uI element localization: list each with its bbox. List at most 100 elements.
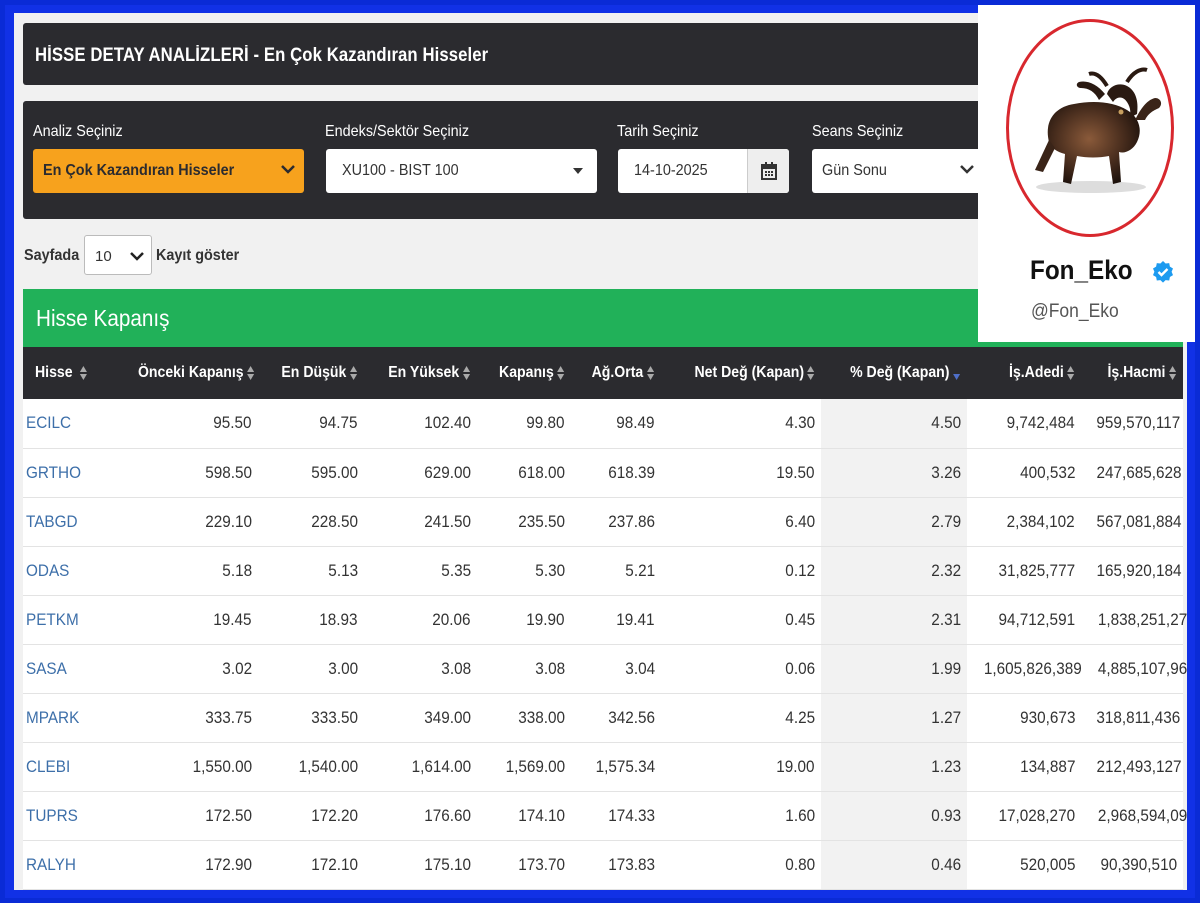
chevron-down-icon xyxy=(130,252,144,261)
table-cell: 618.00 xyxy=(477,448,571,498)
table-cell: 94,712,591 xyxy=(967,595,1081,645)
tarih-label: Tarih Seçiniz xyxy=(617,123,699,140)
table-cell: 5.13 xyxy=(258,546,364,596)
table-cell: 99.80 xyxy=(477,399,571,449)
table-row[interactable]: SASA 3.02 3.00 3.08 3.08 3.04 0.06 1.99 1,605,82… xyxy=(23,644,1187,694)
sort-icon xyxy=(806,365,815,381)
col-header-ag-orta[interactable]: Ağ.Orta xyxy=(571,347,661,399)
calendar-button[interactable] xyxy=(747,149,789,193)
stock-link[interactable]: ODAS xyxy=(23,546,116,596)
table-cell: 4.30 xyxy=(661,399,821,449)
table-cell: 19.90 xyxy=(477,595,571,645)
table-cell: 2.79 xyxy=(821,497,967,547)
table-row[interactable]: ECILC 95.50 94.75 102.40 99.80 98.49 4.30 4.50 9… xyxy=(23,399,1183,449)
table-row[interactable]: CLEBI 1,550.00 1,540.00 1,614.00 1,569.00 1,5… xyxy=(23,742,1183,792)
table-cell: 18.93 xyxy=(258,595,364,645)
table-cell: 19.41 xyxy=(571,595,661,645)
sort-icon xyxy=(1168,365,1177,381)
col-header-net-deg[interactable]: Net Değ (Kapan) xyxy=(661,347,821,399)
table-cell: 1,575.34 xyxy=(571,742,661,792)
table-cell: 1.99 xyxy=(821,644,967,694)
stock-link[interactable]: SASA xyxy=(23,644,116,694)
table-cell: 1,550.00 xyxy=(116,742,258,792)
tarih-value: 14-10-2025 xyxy=(634,162,708,179)
table-cell: 0.46 xyxy=(821,840,967,890)
endeks-select[interactable]: XU100 - BIST 100 xyxy=(326,149,597,193)
table-cell: 98.49 xyxy=(571,399,661,449)
table-cell: 1,540.00 xyxy=(258,742,364,792)
table-cell: 5.35 xyxy=(364,546,477,596)
table-body: ECILC 95.50 94.75 102.40 99.80 98.49 4.30 4.50 9… xyxy=(23,399,1187,890)
table-row[interactable]: GRTHO 598.50 595.00 629.00 618.00 618.39 19.50… xyxy=(23,448,1183,498)
stock-link[interactable]: CLEBI xyxy=(23,742,116,792)
table-row[interactable]: RALYH 172.90 172.10 175.10 173.70 173.83 0.80 0… xyxy=(23,840,1183,890)
stock-link[interactable]: RALYH xyxy=(23,840,116,890)
table-cell: 237.86 xyxy=(571,497,661,547)
chevron-down-icon xyxy=(281,165,295,174)
table-cell: 173.83 xyxy=(571,840,661,890)
col-header-yuzde-deg[interactable]: % Değ (Kapan) xyxy=(821,347,967,399)
sort-icon xyxy=(349,365,358,381)
table-cell: 598.50 xyxy=(116,448,258,498)
table-cell: 20.06 xyxy=(364,595,477,645)
table-cell: 6.40 xyxy=(661,497,821,547)
stock-link[interactable]: PETKM xyxy=(23,595,116,645)
col-header-en-dusuk[interactable]: En Düşük xyxy=(258,347,364,399)
endeks-label: Endeks/Sektör Seçiniz xyxy=(325,123,470,140)
col-header-is-hacmi[interactable]: İş.Hacmi xyxy=(1081,347,1183,399)
stock-link[interactable]: MPARK xyxy=(23,693,116,743)
stocks-table: Hisse Önceki Kapanış En Düşük En Yüksek … xyxy=(23,347,1187,890)
analiz-select[interactable]: En Çok Kazandıran Hisseler xyxy=(33,149,304,193)
table-cell: 1,569.00 xyxy=(477,742,571,792)
table-cell: 4.25 xyxy=(661,693,821,743)
table-cell: 229.10 xyxy=(116,497,258,547)
table-row[interactable]: TABGD 229.10 228.50 241.50 235.50 237.86 6.40 2… xyxy=(23,497,1183,547)
col-header-hisse[interactable]: Hisse xyxy=(23,347,116,399)
table-cell: 959,570,117 xyxy=(1081,399,1183,449)
tarih-input[interactable]: 14-10-2025 xyxy=(618,149,789,193)
table-cell: 342.56 xyxy=(571,693,661,743)
page-size-select[interactable]: 10 xyxy=(84,235,152,275)
avatar[interactable] xyxy=(1006,19,1174,237)
verified-badge-icon xyxy=(1153,261,1173,283)
table-cell: 5.21 xyxy=(571,546,661,596)
col-header-en-yuksek[interactable]: En Yüksek xyxy=(364,347,477,399)
table-cell: 174.10 xyxy=(477,791,571,841)
endeks-value: XU100 - BIST 100 xyxy=(342,162,459,179)
table-cell: 1,605,826,389 xyxy=(967,644,1082,694)
profile-handle[interactable]: @Fon_Eko xyxy=(1031,301,1119,323)
table-cell: 0.80 xyxy=(661,840,821,890)
seans-label: Seans Seçiniz xyxy=(812,123,904,140)
table-cell: 333.75 xyxy=(116,693,258,743)
table-cell: 4.50 xyxy=(821,399,967,449)
table-cell: 3.08 xyxy=(477,644,571,694)
table-cell: 228.50 xyxy=(258,497,364,547)
table-cell: 241.50 xyxy=(364,497,477,547)
page-size-prefix: Sayfada xyxy=(24,247,80,264)
sort-icon xyxy=(556,365,565,381)
profile-name[interactable]: Fon_Eko xyxy=(1030,255,1133,286)
table-cell: 2,384,102 xyxy=(967,497,1081,547)
table-cell: 175.10 xyxy=(364,840,477,890)
table-row[interactable]: ODAS 5.18 5.13 5.35 5.30 5.21 0.12 2.32 31,825,7… xyxy=(23,546,1183,596)
analiz-value: En Çok Kazandıran Hisseler xyxy=(43,162,235,179)
table-cell: 4,885,107,968 xyxy=(1081,644,1187,694)
table-cell: 172.50 xyxy=(116,791,258,841)
stock-link[interactable]: ECILC xyxy=(23,399,116,449)
col-header-onceki-kapanis[interactable]: Önceki Kapanış xyxy=(116,347,258,399)
stock-link[interactable]: GRTHO xyxy=(23,448,116,498)
stock-link[interactable]: TUPRS xyxy=(23,791,116,841)
table-cell: 95.50 xyxy=(116,399,258,449)
seans-select[interactable]: Gün Sonu xyxy=(812,149,983,193)
table-cell: 19.00 xyxy=(661,742,821,792)
table-row[interactable]: MPARK 333.75 333.50 349.00 338.00 342.56 4.25 1… xyxy=(23,693,1183,743)
col-header-is-adedi[interactable]: İş.Adedi xyxy=(967,347,1081,399)
sort-icon xyxy=(79,365,88,381)
sort-icon xyxy=(246,365,255,381)
col-header-kapanis[interactable]: Kapanış xyxy=(477,347,571,399)
table-row[interactable]: PETKM 19.45 18.93 20.06 19.90 19.41 0.45 2.31 94… xyxy=(23,595,1187,645)
table-row[interactable]: TUPRS 172.50 172.20 176.60 174.10 174.33 1.60 0… xyxy=(23,791,1187,841)
stock-link[interactable]: TABGD xyxy=(23,497,116,547)
table-cell: 172.10 xyxy=(258,840,364,890)
table-cell: 567,081,884 xyxy=(1081,497,1183,547)
